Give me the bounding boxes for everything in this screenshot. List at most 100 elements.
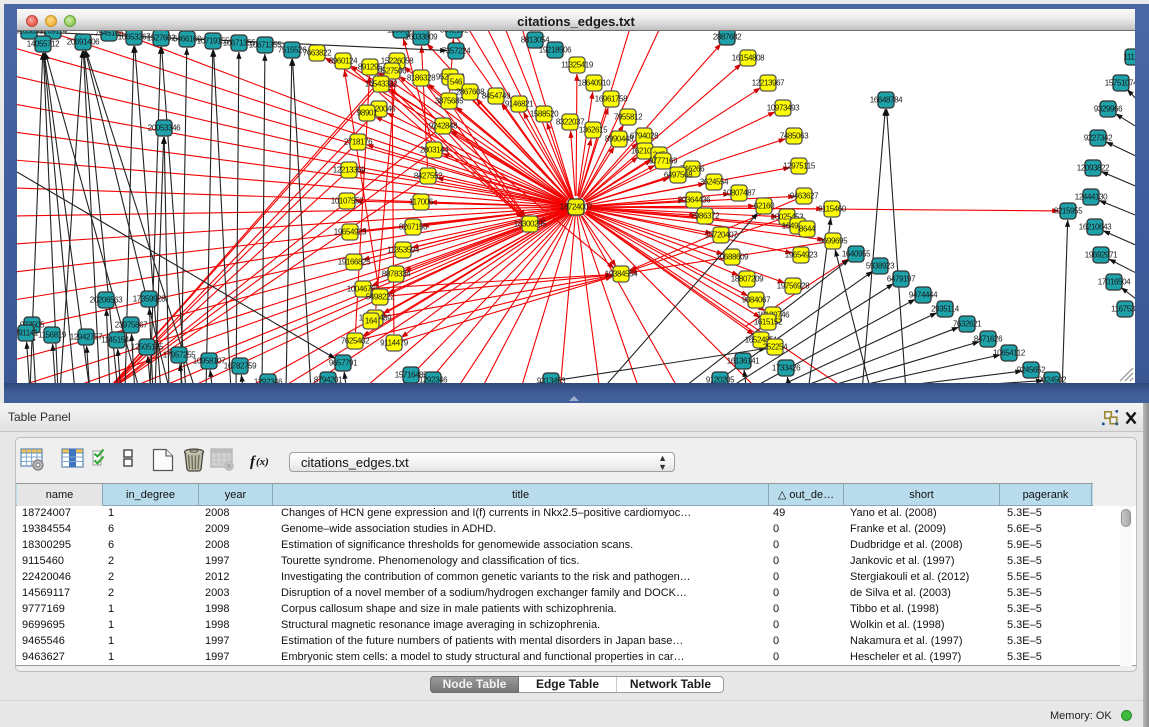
svg-text:10958107: 10958107	[193, 357, 226, 366]
svg-text:6794028: 6794028	[630, 132, 659, 141]
svg-text:12093822: 12093822	[1077, 164, 1110, 173]
svg-text:17957255: 17957255	[163, 351, 196, 360]
svg-text:8427552: 8427552	[414, 172, 443, 181]
svg-text:6497568: 6497568	[664, 171, 693, 180]
svg-text:8644: 8644	[799, 225, 816, 234]
svg-text:19218506: 19218506	[539, 46, 572, 55]
svg-text:10688609: 10688609	[716, 253, 749, 262]
svg-text:19756928: 19756928	[777, 282, 810, 291]
svg-text:12942757: 12942757	[70, 333, 103, 342]
svg-text:9699695: 9699695	[819, 237, 848, 246]
svg-text:15751074: 15751074	[1105, 79, 1135, 88]
svg-text:12975115: 12975115	[783, 162, 816, 171]
svg-text:9227342: 9227342	[1084, 134, 1113, 143]
svg-text:1292346: 1292346	[419, 376, 448, 384]
svg-text:16648784: 16648784	[870, 96, 903, 105]
svg-text:9474444: 9474444	[909, 291, 938, 300]
svg-text:11451544: 11451544	[101, 336, 134, 345]
svg-text:20206563: 20206563	[90, 296, 123, 305]
svg-text:1615152: 1615152	[754, 318, 783, 327]
svg-text:3624554: 3624554	[700, 178, 729, 187]
svg-text:12213967: 12213967	[752, 79, 785, 88]
svg-text:7986372: 7986372	[691, 212, 720, 221]
svg-text:20691406: 20691406	[67, 38, 100, 47]
svg-text:17359928: 17359928	[133, 295, 166, 304]
svg-text:(x): (x)	[256, 456, 269, 468]
svg-text:16136141: 16136141	[727, 357, 760, 366]
svg-text:546: 546	[450, 78, 463, 87]
svg-text:14055712: 14055712	[27, 40, 60, 49]
svg-text:10654112: 10654112	[993, 349, 1026, 358]
svg-text:252254: 252254	[763, 343, 788, 352]
svg-text:9777169: 9777169	[649, 157, 678, 166]
svg-text:5498222: 5498222	[366, 293, 395, 302]
svg-text:10107552: 10107552	[331, 197, 364, 206]
svg-text:117006: 117006	[409, 198, 434, 207]
svg-text:1733426: 1733426	[772, 364, 801, 373]
svg-text:19166825: 19166825	[338, 258, 371, 267]
svg-text:9120205: 9120205	[706, 376, 735, 384]
svg-text:19384554: 19384554	[605, 270, 638, 279]
svg-text:16782759: 16782759	[224, 362, 257, 371]
svg-text:20364436: 20364436	[678, 196, 711, 205]
svg-text:62160: 62160	[754, 202, 775, 211]
svg-text:19692971: 19692971	[1085, 251, 1118, 260]
svg-text:9115460: 9115460	[818, 205, 847, 214]
svg-text:8471626: 8471626	[974, 335, 1003, 344]
svg-text:164: 164	[365, 317, 378, 326]
svg-text:8960124: 8960124	[329, 57, 358, 66]
svg-text:12505135: 12505135	[131, 343, 164, 352]
svg-text:7632621: 7632621	[953, 320, 982, 329]
svg-text:9146821: 9146821	[505, 100, 534, 109]
svg-text:391141: 391141	[17, 329, 39, 338]
svg-text:98901: 98901	[357, 109, 378, 118]
svg-text:2718176: 2718176	[344, 138, 373, 147]
svg-text:9114479: 9114479	[380, 339, 409, 348]
svg-text:18807209: 18807209	[731, 275, 764, 284]
svg-text:1588520: 1588520	[530, 110, 559, 119]
svg-text:9463627: 9463627	[790, 192, 819, 201]
svg-text:7955812: 7955812	[614, 113, 643, 122]
svg-text:8186328: 8186328	[407, 74, 436, 83]
svg-text:7663822: 7663822	[303, 49, 332, 58]
svg-text:8813054: 8813054	[521, 36, 550, 45]
svg-text:15720407: 15720407	[705, 231, 738, 240]
svg-text:7485063: 7485063	[780, 132, 809, 141]
svg-text:3875685: 3875685	[435, 97, 464, 106]
svg-text:6479197: 6479197	[887, 275, 916, 284]
svg-text:1156819: 1156819	[38, 331, 67, 340]
svg-text:1527602: 1527602	[147, 34, 176, 43]
svg-text:9245652: 9245652	[1017, 366, 1046, 375]
svg-text:18640910: 18640910	[578, 79, 611, 88]
svg-text:1362615: 1362615	[579, 126, 608, 135]
svg-text:9657791: 9657791	[329, 359, 358, 368]
svg-text:8794201: 8794201	[314, 376, 343, 384]
svg-text:7357224: 7357224	[442, 47, 471, 56]
svg-text:16033809: 16033809	[405, 33, 438, 42]
svg-text:19654923: 19654923	[334, 228, 367, 237]
svg-text:9024502: 9024502	[1038, 376, 1067, 384]
svg-text:1640955: 1640955	[842, 250, 871, 259]
svg-text:12213369: 12213369	[333, 166, 366, 175]
svg-text:8692102: 8692102	[440, 31, 469, 35]
svg-text:18300295: 18300295	[514, 220, 547, 229]
svg-text:9084067: 9084067	[742, 296, 771, 305]
svg-text:5938923: 5938923	[866, 262, 895, 271]
svg-text:7625402: 7625402	[341, 337, 370, 346]
svg-text:2867608: 2867608	[456, 88, 485, 97]
svg-text:10973493: 10973493	[767, 104, 800, 113]
svg-text:9242848: 9242848	[429, 122, 458, 131]
svg-text:10807487: 10807487	[723, 189, 756, 198]
svg-text:9329966: 9329966	[1094, 105, 1123, 114]
svg-text:17016504: 17016504	[1098, 278, 1131, 287]
svg-text:11325419: 11325419	[561, 61, 594, 70]
svg-text:16210643: 16210643	[1079, 223, 1112, 232]
svg-text:8215955: 8215955	[1054, 207, 1083, 216]
svg-text:23975867: 23975867	[115, 321, 148, 330]
svg-text:2935114: 2935114	[931, 305, 960, 314]
svg-text:8878334: 8878334	[382, 270, 411, 279]
svg-text:8267150: 8267150	[399, 223, 428, 232]
svg-text:16154808: 16154808	[732, 54, 765, 63]
svg-text:2803144: 2803144	[420, 146, 449, 155]
svg-text:1167534: 1167534	[1111, 305, 1135, 314]
